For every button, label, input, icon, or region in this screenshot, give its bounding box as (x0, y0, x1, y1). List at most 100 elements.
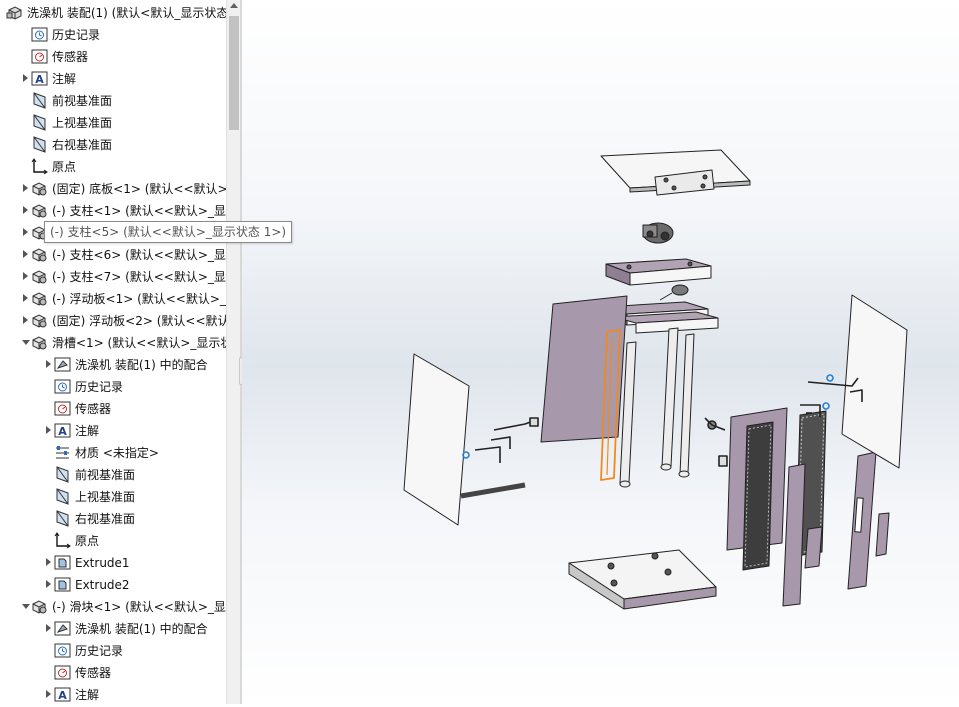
tree-item-chute-history[interactable]: 历史记录 (0, 376, 226, 398)
tree-item-label: (-) 滑块<1> (默认<<默认>_显示 (52, 600, 226, 614)
tree-item-extrude1[interactable]: Extrude1 (0, 552, 226, 574)
tree-item-extrude2[interactable]: Extrude2 (0, 574, 226, 596)
motor-part[interactable] (642, 222, 674, 244)
tree-item-label: 右视基准面 (75, 512, 136, 526)
tree-item-right-plane[interactable]: 右视基准面 (0, 134, 226, 156)
chevron-right-icon[interactable] (23, 272, 28, 280)
chevron-right-icon[interactable] (46, 558, 51, 566)
plane-icon (31, 114, 48, 131)
scroll-up-arrow-icon[interactable] (230, 3, 238, 8)
part-icon (31, 246, 48, 263)
tree-scrollbar[interactable] (226, 0, 241, 704)
tree-item-pillar-6[interactable]: (-) 支柱<6> (默认<<默认>_显示 (0, 244, 226, 266)
exploded-assembly-view[interactable] (242, 0, 959, 704)
chevron-right-icon[interactable] (23, 228, 28, 236)
annotation-icon: A (54, 686, 71, 703)
back-center-panel[interactable] (540, 295, 628, 443)
tree-item-label: 右视基准面 (52, 138, 113, 152)
tree-item-base-plate[interactable]: (固定) 底板<1> (默认<<默认>_显 (0, 178, 226, 200)
tree-item-pillar-7[interactable]: (-) 支柱<7> (默认<<默认>_显示 (0, 266, 226, 288)
chevron-right-icon[interactable] (23, 184, 28, 192)
part-icon (31, 268, 48, 285)
tree-item-annotations[interactable]: A 注解 (0, 68, 226, 90)
tree-item-chute-material[interactable]: 材质 <未指定> (0, 442, 226, 464)
chevron-down-icon[interactable] (22, 340, 30, 345)
chevron-right-icon[interactable] (23, 250, 28, 258)
sensor-icon (54, 400, 71, 417)
tree-item-chute-top-plane[interactable]: 上视基准面 (0, 486, 226, 508)
part-icon (31, 598, 48, 615)
tree-item-chute-mates[interactable]: 洗澡机 装配(1) 中的配合 (0, 354, 226, 376)
feature-manager-tree[interactable]: 洗澡机 装配(1) (默认<默认_显示状态 历史记录 传感器 A 注解 前视基准面 上视基准… (0, 0, 240, 704)
tree-item-label: 历史记录 (75, 380, 124, 394)
part-icon (31, 202, 48, 219)
slider-part[interactable] (782, 451, 890, 607)
tree-item-chute-1[interactable]: 滑槽<1> (默认<<默认>_显示状态 (0, 332, 226, 354)
bottom-base-plate[interactable] (568, 549, 717, 610)
tree-item-pillar-1[interactable]: (-) 支柱<1> (默认<<默认>_显示 (0, 200, 226, 222)
tree-item-label: Extrude2 (75, 578, 130, 592)
chevron-right-icon[interactable] (46, 580, 51, 588)
tree-item-label: Extrude1 (75, 556, 130, 570)
tree-item-sensors[interactable]: 传感器 (0, 46, 226, 68)
tree-item-slider-history[interactable]: 历史记录 (0, 640, 226, 662)
tree-item-label: 上视基准面 (52, 116, 113, 130)
chevron-right-icon[interactable] (23, 316, 28, 324)
origin-icon (31, 158, 48, 175)
tree-item-label: 注解 (75, 688, 100, 702)
svg-text:A: A (58, 689, 67, 702)
tree-item-chute-origin[interactable]: 原点 (0, 530, 226, 552)
tree-item-label: 传感器 (75, 666, 112, 680)
tree-item-label: 洗澡机 装配(1) 中的配合 (75, 622, 208, 636)
tree-root-assembly[interactable]: 洗澡机 装配(1) (默认<默认_显示状态 (0, 2, 226, 24)
extrude-icon (54, 554, 71, 571)
left-bracket-parts[interactable] (460, 417, 539, 499)
tree-item-slider-1[interactable]: (-) 滑块<1> (默认<<默认>_显示 (0, 596, 226, 618)
tree-item-floating-plate-2[interactable]: (固定) 浮动板<2> (默认<<默认> (0, 310, 226, 332)
chevron-right-icon[interactable] (46, 426, 51, 434)
plane-icon (54, 466, 71, 483)
tree-item-top-plane[interactable]: 上视基准面 (0, 112, 226, 134)
chevron-right-icon[interactable] (46, 690, 51, 698)
assembly-icon (6, 4, 23, 21)
tree-item-chute-front-plane[interactable]: 前视基准面 (0, 464, 226, 486)
history-icon (54, 378, 71, 395)
tree-item-label: 历史记录 (52, 28, 101, 42)
connector-part[interactable] (659, 284, 689, 301)
part-icon (31, 180, 48, 197)
tree-item-origin[interactable]: 原点 (0, 156, 226, 178)
tree-item-label: (固定) 底板<1> (默认<<默认>_显 (52, 182, 226, 196)
tree-item-slider-mates[interactable]: 洗澡机 装配(1) 中的配合 (0, 618, 226, 640)
tree-item-label: 材质 <未指定> (75, 446, 159, 460)
right-side-panel[interactable] (841, 294, 908, 469)
tree-item-label: 传感器 (52, 50, 89, 64)
tree-item-label: 传感器 (75, 402, 112, 416)
tree-item-floating-plate-1[interactable]: (-) 浮动板<1> (默认<<默认>_显 (0, 288, 226, 310)
tree-item-history[interactable]: 历史记录 (0, 24, 226, 46)
graphics-viewport[interactable] (242, 0, 959, 704)
scroll-thumb[interactable] (229, 16, 239, 130)
tree-item-chute-annotations[interactable]: A 注解 (0, 420, 226, 442)
tree-item-front-plane[interactable]: 前视基准面 (0, 90, 226, 112)
tree-item-chute-sensors[interactable]: 传感器 (0, 398, 226, 420)
tree-item-label: 滑槽<1> (默认<<默认>_显示状态 (52, 336, 226, 350)
tree-item-label: 上视基准面 (75, 490, 136, 504)
left-side-panel[interactable] (403, 353, 470, 526)
tree-item-label: 注解 (52, 72, 77, 86)
chevron-right-icon[interactable] (46, 624, 51, 632)
top-cover-plate[interactable] (600, 149, 751, 196)
chevron-down-icon[interactable] (22, 604, 30, 609)
pillar-rods[interactable] (619, 327, 695, 488)
tree-item-chute-right-plane[interactable]: 右视基准面 (0, 508, 226, 530)
tree-item-slider-sensors[interactable]: 传感器 (0, 662, 226, 684)
part-icon (31, 334, 48, 351)
chevron-right-icon[interactable] (23, 206, 28, 214)
tree-item-label: (-) 支柱<6> (默认<<默认>_显示 (52, 248, 226, 262)
chevron-right-icon[interactable] (46, 360, 51, 368)
chevron-right-icon[interactable] (23, 74, 28, 82)
tree-item-slider-annotations[interactable]: A 注解 (0, 684, 226, 704)
tree-item-label: 历史记录 (75, 644, 124, 658)
chevron-right-icon[interactable] (23, 294, 28, 302)
floating-plate-upper[interactable] (605, 258, 712, 286)
material-icon (54, 444, 71, 461)
